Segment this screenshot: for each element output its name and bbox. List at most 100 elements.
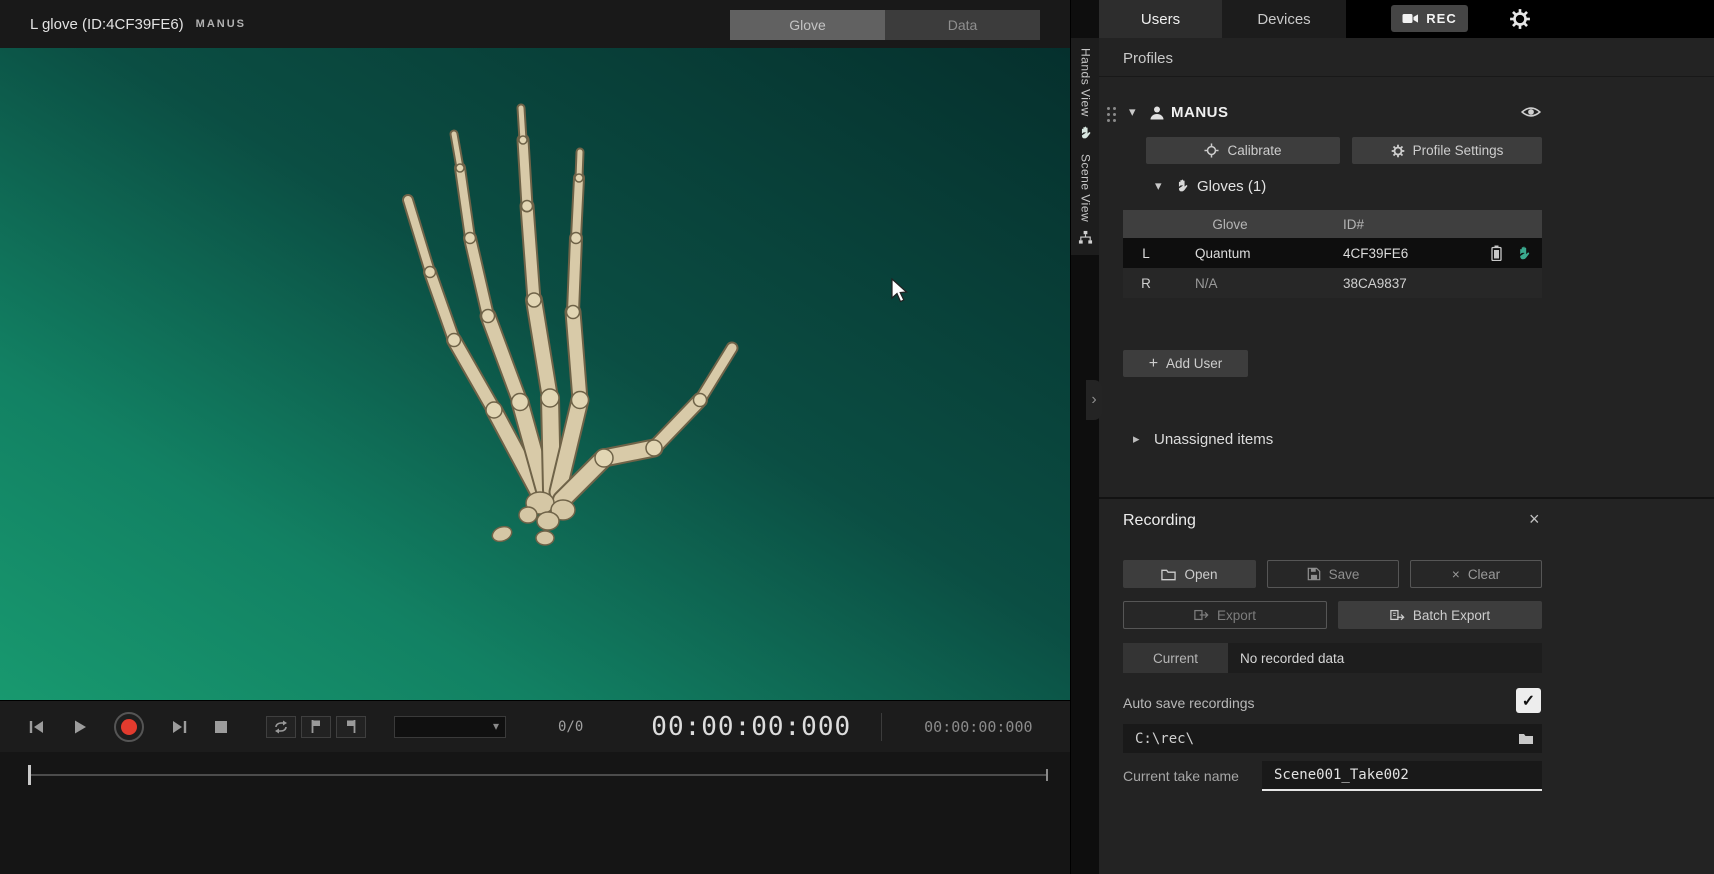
glove-type: Quantum (1169, 246, 1337, 261)
chevron-down-icon[interactable]: ▾ (1129, 104, 1136, 120)
timeline-track[interactable] (28, 774, 1048, 776)
batch-export-button[interactable]: Batch Export (1338, 601, 1542, 629)
table-row-left-glove[interactable]: L Quantum 4CF39FE6 (1123, 238, 1542, 268)
browse-folder-icon[interactable] (1518, 732, 1534, 745)
playback-mode-dropdown[interactable]: ▾ (394, 716, 506, 738)
record-button[interactable] (114, 712, 144, 742)
3d-viewport[interactable] (0, 48, 1070, 700)
unassigned-items-header[interactable]: ▸ Unassigned items (1099, 429, 1714, 451)
loop-button[interactable] (266, 716, 296, 738)
chevron-right-icon: ▸ (1133, 431, 1140, 447)
glove-id: 38CA9837 (1337, 276, 1462, 291)
save-button[interactable]: Save (1267, 560, 1399, 588)
auto-save-label: Auto save recordings (1123, 695, 1255, 711)
play-button[interactable] (72, 719, 88, 735)
column-header-id: ID# (1337, 217, 1364, 232)
right-panel: Users Devices REC (1099, 0, 1714, 874)
profile-row-manus: ▾ MANUS (1099, 96, 1714, 132)
recordings-path-field[interactable]: C:\rec\ (1123, 724, 1542, 753)
clear-x-icon: × (1452, 567, 1460, 582)
video-camera-icon (1402, 12, 1419, 25)
clear-button[interactable]: × Clear (1410, 560, 1542, 588)
chevron-down-icon: ▾ (1155, 178, 1162, 194)
tab-scene-view[interactable]: Scene View (1071, 144, 1100, 255)
step-forward-button[interactable] (170, 719, 188, 735)
tracking-hand-icon (1516, 245, 1532, 261)
settings-gear-icon[interactable] (1509, 8, 1531, 30)
profiles-title: Profiles (1123, 50, 1173, 67)
timecode-divider (881, 713, 882, 741)
open-button[interactable]: Open (1123, 560, 1256, 588)
current-recording-status: No recorded data (1228, 643, 1542, 673)
battery-icon (1491, 245, 1502, 261)
gloves-group-label: Gloves (1) (1197, 178, 1266, 195)
add-user-button[interactable]: + Add User (1123, 350, 1248, 377)
export-icon (1194, 608, 1209, 622)
loop-marker-buttons (266, 716, 366, 738)
export-button[interactable]: Export (1123, 601, 1327, 629)
scene-view-label: Scene View (1079, 154, 1093, 222)
visibility-eye-icon[interactable] (1521, 104, 1541, 120)
take-name-label: Current take name (1123, 768, 1239, 784)
recordings-path-value: C:\rec\ (1135, 731, 1518, 747)
glove-table: Glove ID# L Quantum 4CF39FE6 (1123, 210, 1542, 298)
manus-core-app: L glove (ID:4CF39FE6) MANUS Glove Data (0, 0, 1714, 874)
hands-view-label: Hands View (1079, 48, 1093, 117)
drag-handle-icon[interactable] (1107, 107, 1110, 110)
glove-id: 4CF39FE6 (1337, 246, 1462, 261)
timecode-main: 00:00:00:000 (651, 712, 851, 742)
mouse-cursor-icon (890, 278, 910, 304)
profile-name: MANUS (1171, 104, 1229, 121)
glove-status-icons (1462, 245, 1542, 261)
glove-side: L (1123, 246, 1169, 261)
recording-section: Recording × Open Save × Clear (1099, 497, 1714, 874)
tab-glove[interactable]: Glove (730, 10, 885, 40)
check-icon: ✓ (1522, 691, 1535, 711)
gloves-group-header[interactable]: ▾ Gloves (1) (1099, 176, 1714, 200)
timeline-playhead[interactable] (28, 765, 31, 785)
timecode-secondary: 00:00:00:000 (924, 718, 1032, 736)
add-user-label: Add User (1166, 356, 1222, 371)
open-label: Open (1184, 567, 1217, 582)
export-label: Export (1217, 608, 1256, 623)
hand-icon (1078, 125, 1093, 140)
profile-settings-label: Profile Settings (1413, 143, 1504, 158)
batch-export-label: Batch Export (1413, 608, 1490, 623)
glove-table-header: Glove ID# (1123, 210, 1542, 238)
tab-devices[interactable]: Devices (1222, 0, 1346, 38)
current-label: Current (1123, 643, 1228, 673)
tab-data[interactable]: Data (885, 10, 1040, 40)
rec-button[interactable]: REC (1391, 5, 1468, 32)
timeline[interactable] (0, 752, 1070, 874)
viewport-title: L glove (ID:4CF39FE6) (30, 16, 184, 33)
batch-export-icon (1390, 608, 1405, 622)
calibrate-button[interactable]: Calibrate (1146, 137, 1340, 164)
profiles-section: Profiles ▾ MANUS (1099, 38, 1714, 497)
glove-type: N/A (1169, 276, 1337, 291)
glove-hand-icon (1175, 178, 1190, 193)
viewport-header: L glove (ID:4CF39FE6) MANUS Glove Data (0, 0, 1070, 48)
close-icon[interactable]: × (1529, 509, 1540, 530)
panel-collapse-handle[interactable]: › (1086, 380, 1102, 420)
user-icon (1149, 105, 1165, 121)
record-dot-icon (121, 719, 137, 735)
stop-button[interactable] (214, 720, 228, 734)
tab-hands-view[interactable]: Hands View (1071, 38, 1100, 150)
column-header-glove: Glove (1123, 217, 1337, 232)
table-row-right-glove[interactable]: R N/A 38CA9837 (1123, 268, 1542, 298)
viewport-area: L glove (ID:4CF39FE6) MANUS Glove Data (0, 0, 1070, 874)
view-tab-strip: Hands View Scene View (1070, 0, 1099, 874)
tab-users[interactable]: Users (1099, 0, 1222, 38)
glove-side: R (1123, 276, 1169, 291)
timeline-end-tick (1046, 769, 1048, 781)
chevron-down-icon: ▾ (493, 719, 499, 733)
profile-settings-button[interactable]: Profile Settings (1352, 137, 1542, 164)
marker-out-button[interactable] (336, 716, 366, 738)
auto-save-checkbox[interactable]: ✓ (1516, 688, 1541, 713)
scene-hierarchy-icon (1078, 230, 1093, 245)
chevron-right-icon: › (1091, 391, 1096, 409)
marker-in-button[interactable] (301, 716, 331, 738)
take-name-input[interactable] (1262, 761, 1542, 791)
skip-start-button[interactable] (28, 719, 46, 735)
skeleton-hand-model (0, 48, 1070, 700)
